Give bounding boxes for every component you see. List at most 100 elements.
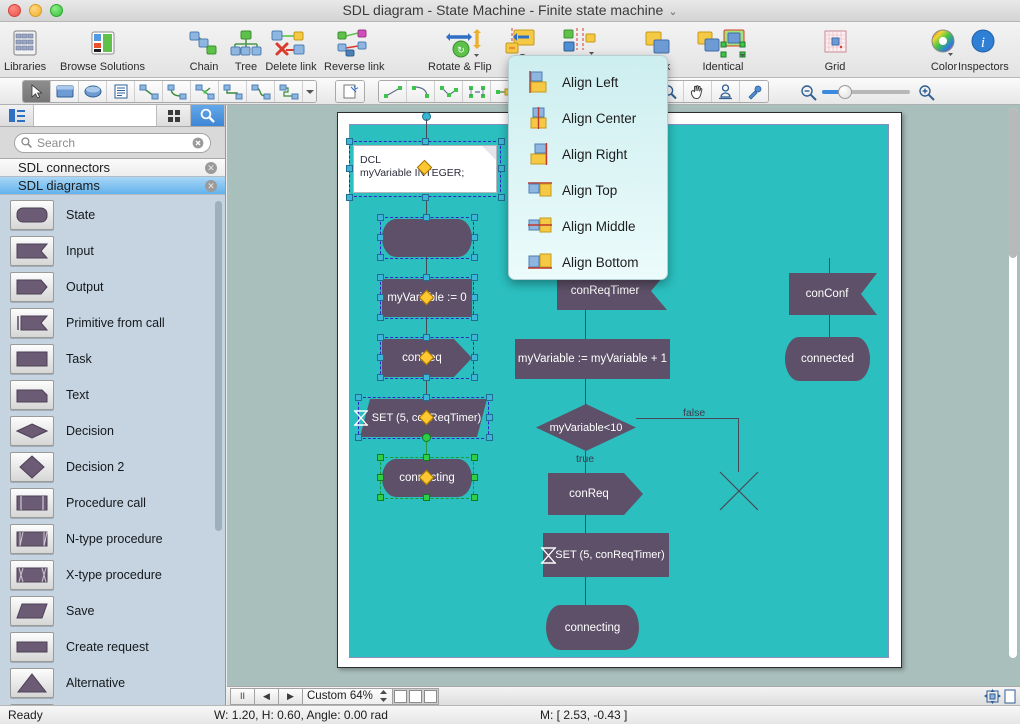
shape-item-task[interactable]: Task (0, 341, 225, 377)
status-mouse-text: M: [ 2.53, -0.43 ] (540, 708, 628, 722)
shape-input-conconf[interactable]: conConf (789, 273, 877, 315)
toolbar-button-color[interactable]: Color (928, 26, 960, 73)
shape-item-output[interactable]: Output (0, 269, 225, 305)
shape-decision-lt10[interactable]: myVariable<10 (536, 404, 636, 451)
shape-item-n-type-procedure[interactable]: N-type procedure (0, 521, 225, 557)
identical-icon (696, 26, 750, 60)
shape-item-decision[interactable]: Decision (0, 413, 225, 449)
menu-item-align-right[interactable]: Align Right (509, 136, 667, 172)
shape-item-save[interactable]: Save (0, 593, 225, 629)
distribute-tool[interactable] (463, 81, 491, 102)
shape-item-procedure-call[interactable]: Procedure call (0, 485, 225, 521)
shape-state-empty[interactable] (382, 219, 472, 257)
shape-state-connecting-2[interactable]: connecting (546, 605, 639, 650)
shape-item-state[interactable]: State (0, 197, 225, 233)
link-straight-tool[interactable] (135, 81, 163, 102)
link-s-tool[interactable] (247, 81, 275, 102)
sidebar-scrollbar[interactable] (215, 201, 222, 531)
zoom-out-icon[interactable] (800, 84, 818, 104)
shape-list[interactable]: State Input Output Primitive from call T… (0, 197, 225, 705)
terminator-cross-icon[interactable] (718, 470, 760, 512)
toolbar-button-delete-link[interactable]: Delete link (264, 26, 318, 73)
close-group-icon[interactable]: ✕ (205, 180, 217, 192)
fit-to-window-icon[interactable] (984, 688, 1001, 704)
stamp-tool[interactable] (712, 81, 740, 102)
connection-point[interactable] (422, 433, 431, 442)
toolbar-button-browse-solutions[interactable]: Browse Solutions (60, 26, 145, 73)
text-tool[interactable] (107, 81, 135, 102)
page-view-3[interactable] (423, 689, 437, 703)
shape-item-input[interactable]: Input (0, 233, 225, 269)
shape-item-alternative[interactable]: Alternative (0, 665, 225, 701)
shape-item-decision-2[interactable]: Decision 2 (0, 449, 225, 485)
menu-item-align-left[interactable]: Align Left (509, 64, 667, 100)
canvas-vertical-scrollbar[interactable] (1009, 108, 1017, 658)
connector-line[interactable] (585, 379, 586, 405)
hand-tool[interactable] (684, 81, 712, 102)
eyedropper-tool[interactable] (740, 81, 768, 102)
shape-item-create-request[interactable]: Create request (0, 629, 225, 665)
shape-state-connected[interactable]: connected (785, 337, 870, 381)
toolbar-label: Browse Solutions (60, 61, 145, 73)
shape-item-label: Output (66, 280, 104, 294)
toolbar-button-chain[interactable]: Chain (184, 26, 224, 73)
link-tree-tool[interactable] (191, 81, 219, 102)
menu-item-align-bottom[interactable]: Align Bottom (509, 244, 667, 280)
sidebar-group-sdl-diagrams[interactable]: SDL diagrams ✕ (0, 177, 225, 195)
smart-connector-tool[interactable] (336, 81, 364, 102)
toolbar-button-identical[interactable]: Identical (696, 26, 750, 73)
pointer-tool[interactable] (23, 81, 51, 102)
toolbar-button-reverse-link[interactable]: Reverse link (324, 26, 385, 73)
connector-line-false[interactable] (738, 418, 739, 472)
page-view-1[interactable] (393, 689, 407, 703)
toolbar-button-grid[interactable]: Grid (818, 26, 852, 73)
ellipse-tool[interactable] (79, 81, 107, 102)
link-curve-tool[interactable] (219, 81, 247, 102)
connector-line[interactable] (585, 310, 586, 339)
rectangle-tool[interactable] (51, 81, 79, 102)
menu-item-align-top[interactable]: Align Top (509, 172, 667, 208)
zoom-in-icon[interactable] (918, 84, 936, 104)
shape-item-x-type-procedure[interactable]: X-type procedure (0, 557, 225, 593)
shape-item-label: Procedure call (66, 496, 146, 510)
input-shape-icon (10, 236, 54, 266)
single-page-icon[interactable] (1003, 689, 1017, 704)
arc-tool[interactable] (407, 81, 435, 102)
toolbar-button-libraries[interactable]: Libraries (4, 26, 46, 73)
page-view-2[interactable] (408, 689, 422, 703)
title-chevron-icon[interactable]: ⌄ (668, 6, 677, 18)
previous-page-button[interactable]: ◀ (254, 687, 278, 705)
grid-view-toggle-icon[interactable] (157, 105, 191, 126)
align-dropdown-menu[interactable]: Align Left Align Center Align Right Alig… (508, 55, 668, 280)
shape-task-increment[interactable]: myVariable := myVariable + 1 (515, 339, 670, 379)
connector-line[interactable] (585, 577, 586, 605)
menu-item-align-center[interactable]: Align Center (509, 100, 667, 136)
line-tool[interactable] (379, 81, 407, 102)
link-route-tool[interactable] (275, 81, 303, 102)
link-dropdown[interactable] (303, 81, 316, 102)
connector-line[interactable] (829, 315, 830, 337)
menu-item-label: Align Top (562, 182, 618, 198)
library-tree-toggle-icon[interactable] (0, 105, 34, 126)
polyline-tool[interactable] (435, 81, 463, 102)
next-page-button[interactable]: ▶ (278, 687, 302, 705)
toolbar-button-inspectors[interactable]: i Inspectors (958, 26, 1009, 73)
search-toggle-icon[interactable] (191, 105, 225, 126)
shape-set-timer-2[interactable]: SET (5, conReqTimer) (540, 533, 669, 577)
shape-item-primitive-from-call[interactable]: Primitive from call (0, 305, 225, 341)
link-elbow-tool[interactable] (163, 81, 191, 102)
toolbar-button-rotate-flip[interactable]: ↻ Rotate & Flip (428, 26, 492, 73)
shape-output-conreq2[interactable]: conReq (548, 473, 643, 515)
close-group-icon[interactable]: ✕ (205, 162, 217, 174)
zoom-slider-group[interactable] (800, 83, 940, 101)
shape-item-text[interactable]: Text (0, 377, 225, 413)
zoom-level-combo[interactable]: Custom 64% (302, 687, 393, 705)
page-view-buttons[interactable] (392, 687, 439, 705)
sidebar-group-sdl-connectors[interactable]: SDL connectors ✕ (0, 159, 225, 177)
pause-button[interactable]: II (230, 687, 254, 705)
zoom-slider-knob[interactable] (838, 85, 852, 99)
menu-item-align-middle[interactable]: Align Middle (509, 208, 667, 244)
connector-line[interactable] (829, 258, 830, 274)
search-input[interactable]: Search (14, 132, 211, 153)
toolbar-button-tree[interactable]: Tree (228, 26, 264, 73)
